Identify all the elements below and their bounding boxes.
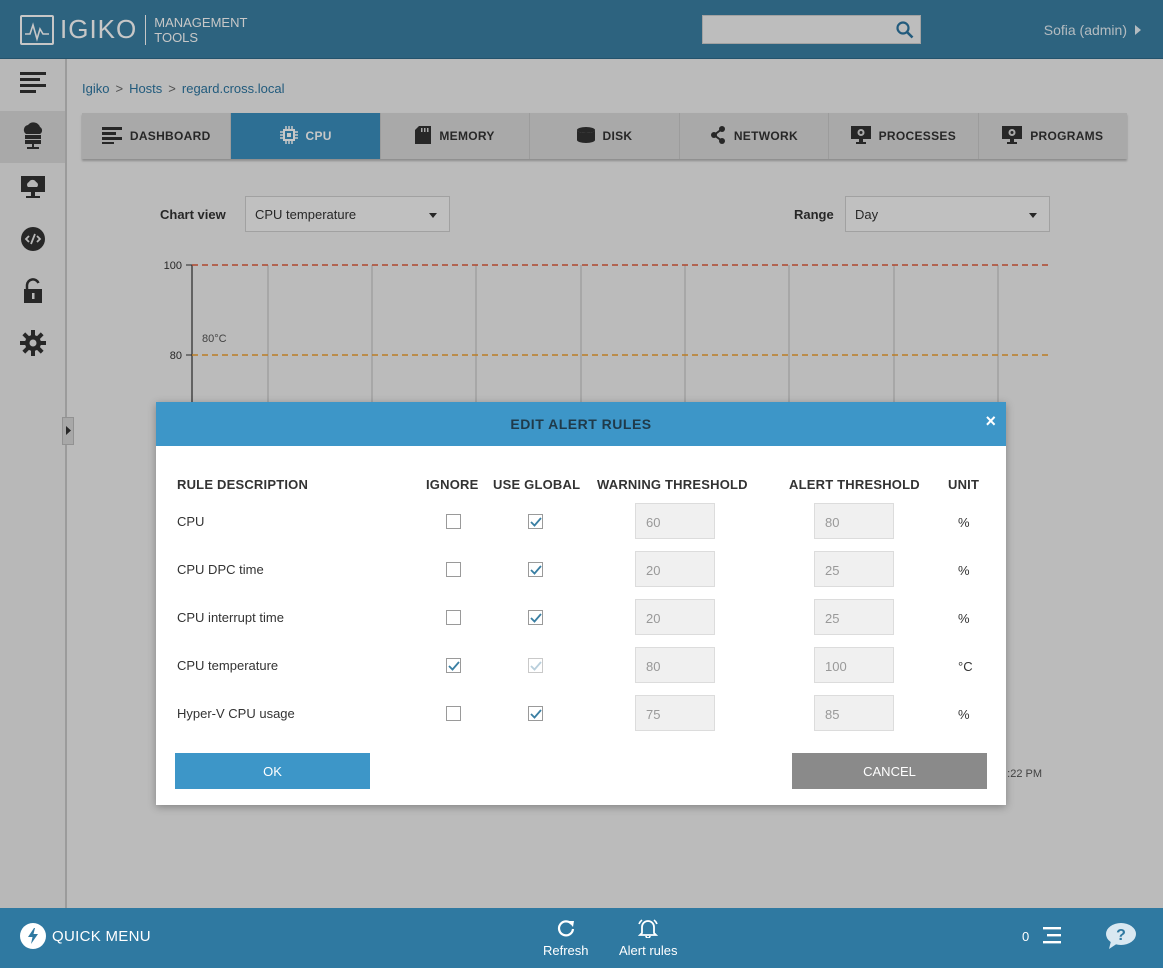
rule-unit: °C bbox=[958, 659, 973, 674]
warning-threshold-input[interactable]: 20 bbox=[635, 599, 715, 635]
use-global-checkbox[interactable] bbox=[528, 706, 543, 721]
lightning-icon bbox=[20, 923, 46, 949]
warning-threshold-input[interactable]: 60 bbox=[635, 503, 715, 539]
refresh-icon bbox=[556, 918, 576, 941]
ok-button[interactable]: OK bbox=[175, 753, 370, 789]
column-header-warning: WARNING THRESHOLD bbox=[597, 477, 748, 492]
warning-threshold-input[interactable]: 20 bbox=[635, 551, 715, 587]
ignore-checkbox[interactable] bbox=[446, 562, 461, 577]
alert-rule-row: CPU 60 80% bbox=[156, 503, 1006, 539]
ignore-checkbox[interactable] bbox=[446, 610, 461, 625]
use-global-checkbox bbox=[528, 658, 543, 673]
column-header-unit: UNIT bbox=[948, 477, 980, 492]
rule-description: CPU temperature bbox=[177, 658, 279, 673]
svg-text:?: ? bbox=[1116, 927, 1126, 944]
dialog-header: EDIT ALERT RULES × bbox=[156, 402, 1006, 446]
alert-rule-row: CPU temperature 80 100 °C bbox=[156, 647, 1006, 683]
use-global-checkbox[interactable] bbox=[528, 514, 543, 529]
bottom-bar: QUICK MENU Refresh Alert rules 0 ? bbox=[0, 908, 1163, 968]
quick-menu-label: QUICK MENU bbox=[52, 927, 151, 945]
use-global-checkbox[interactable] bbox=[528, 562, 543, 577]
ignore-checkbox[interactable] bbox=[446, 658, 461, 673]
dialog-title: EDIT ALERT RULES bbox=[510, 416, 652, 432]
rule-description: CPU bbox=[177, 514, 205, 529]
use-global-checkbox[interactable] bbox=[528, 610, 543, 625]
alert-rule-row: CPU interrupt time 20 25% bbox=[156, 599, 1006, 635]
rule-unit: % bbox=[958, 515, 970, 530]
alert-threshold-input[interactable]: 25 bbox=[814, 551, 894, 587]
cancel-button[interactable]: CANCEL bbox=[792, 753, 987, 789]
alert-threshold-input[interactable]: 100 bbox=[814, 647, 894, 683]
rule-unit: % bbox=[958, 563, 970, 578]
rule-description: Hyper-V CPU usage bbox=[177, 706, 295, 721]
close-icon[interactable]: × bbox=[984, 412, 998, 430]
column-header-use-global: USE GLOBAL bbox=[493, 477, 581, 492]
list-icon bbox=[1039, 926, 1062, 947]
column-header-alert: ALERT THRESHOLD bbox=[789, 477, 920, 492]
column-header-description: RULE DESCRIPTION bbox=[177, 477, 309, 492]
ignore-checkbox[interactable] bbox=[446, 514, 461, 529]
rule-description: CPU interrupt time bbox=[177, 610, 284, 625]
rule-description: CPU DPC time bbox=[177, 562, 264, 577]
quick-menu-button[interactable]: QUICK MENU bbox=[20, 923, 151, 949]
edit-alert-rules-dialog: EDIT ALERT RULES × RULE DESCRIPTION IGNO… bbox=[156, 402, 1006, 805]
alert-rules-button[interactable]: Alert rules bbox=[619, 918, 678, 958]
help-button[interactable]: ? bbox=[1105, 922, 1137, 955]
notification-count: 0 bbox=[1022, 929, 1030, 944]
alert-threshold-input[interactable]: 80 bbox=[814, 503, 894, 539]
rule-unit: % bbox=[958, 611, 970, 626]
alert-threshold-input[interactable]: 25 bbox=[814, 599, 894, 635]
warning-threshold-input[interactable]: 80 bbox=[635, 647, 715, 683]
notifications-button[interactable]: 0 bbox=[1022, 926, 1062, 947]
ignore-checkbox[interactable] bbox=[446, 706, 461, 721]
alert-rules-label: Alert rules bbox=[619, 943, 678, 958]
rule-unit: % bbox=[958, 707, 970, 722]
warning-threshold-input[interactable]: 75 bbox=[635, 695, 715, 731]
help-chat-icon: ? bbox=[1105, 923, 1137, 954]
alert-rule-row: CPU DPC time 20 25% bbox=[156, 551, 1006, 587]
bell-icon bbox=[637, 918, 659, 941]
column-header-ignore: IGNORE bbox=[426, 477, 479, 492]
alert-rule-row: Hyper-V CPU usage 75 85% bbox=[156, 695, 1006, 731]
alert-threshold-input[interactable]: 85 bbox=[814, 695, 894, 731]
refresh-button[interactable]: Refresh bbox=[543, 918, 589, 958]
refresh-label: Refresh bbox=[543, 943, 589, 958]
